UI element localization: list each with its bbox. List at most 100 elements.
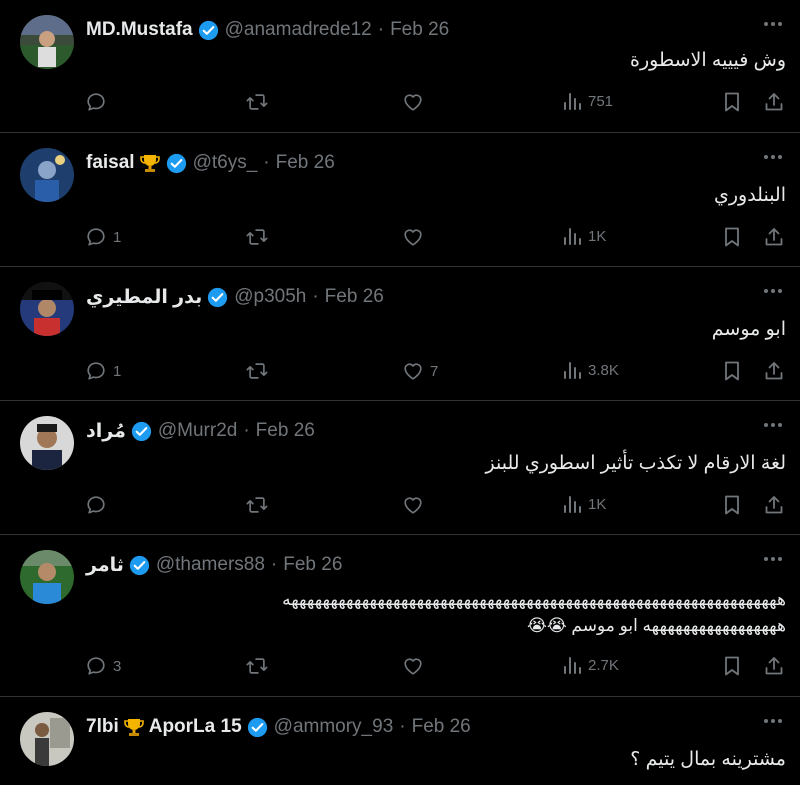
display-name[interactable]: ثامر [86,554,124,577]
more-options-icon[interactable] [764,423,782,427]
tweet[interactable]: مُراد @Murr2d · Feb 26 لغة الارقام لا تك… [0,401,800,535]
reply-button[interactable]: 3 [85,655,121,677]
user-handle[interactable]: @anamadrede12 [225,19,372,41]
retweet-button[interactable] [245,91,269,113]
retweet-button[interactable] [245,360,269,382]
more-options-icon[interactable] [764,557,782,561]
verified-badge-icon [198,20,219,41]
like-button[interactable] [402,91,430,113]
tweet-date[interactable]: Feb 26 [412,716,471,738]
retweet-button[interactable] [245,494,269,516]
share-button[interactable] [763,494,785,516]
user-handle[interactable]: @thamers88 [156,554,265,576]
user-handle[interactable]: @p305h [234,286,306,308]
tweet-text-line: وش فيييه الاسطورة [630,50,786,71]
like-button[interactable] [402,226,430,248]
more-options-icon[interactable] [764,22,782,26]
retweet-button[interactable] [245,226,269,248]
view-count: 751 [588,92,614,110]
like-count: 7 [430,362,439,380]
views-button[interactable]: 751 [562,91,613,111]
bookmark-button[interactable] [722,91,742,113]
like-icon [404,363,422,380]
retweet-button[interactable] [245,655,269,677]
views-button[interactable]: 2.7K [562,655,619,675]
reply-button[interactable] [85,494,113,516]
avatar[interactable] [20,15,74,69]
share-button[interactable] [763,360,785,382]
more-options-icon[interactable] [764,155,782,159]
views-button[interactable]: 1K [562,494,606,514]
share-button[interactable] [763,226,785,248]
views-button[interactable]: 3.8K [562,360,619,380]
like-icon [404,229,422,246]
tweet[interactable]: 7lbi AporLa 15 @ammory_93 · Feb 26 مشتري… [0,697,800,785]
separator-dot: · [270,554,278,575]
user-handle[interactable]: @ammory_93 [274,716,394,738]
tweet-text: البنلدوري [714,183,786,208]
tweet-date[interactable]: Feb 26 [325,286,384,308]
tweet-text-line: مشترينه بمال يتيم ؟ [630,749,786,770]
more-options-icon[interactable] [764,289,782,293]
retweet-icon [246,658,268,674]
display-name-part[interactable]: AporLa 15 [149,716,242,738]
bookmark-icon [725,656,739,676]
bookmark-button[interactable] [722,655,742,677]
views-icon [564,657,581,674]
views-icon [564,228,581,245]
verified-badge-icon [129,555,150,576]
share-icon [765,657,783,675]
tweet[interactable]: ثامر @thamers88 · Feb 26 ههههههههههههههه… [0,535,800,697]
share-button[interactable] [763,655,785,677]
tweet-date[interactable]: Feb 26 [283,554,342,576]
display-name[interactable]: بدر المطيري [86,286,202,309]
verified-badge-icon [131,421,152,442]
user-handle[interactable]: @t6ys_ [193,152,258,174]
like-button[interactable]: 7 [402,360,438,382]
separator-dot: · [243,420,250,441]
tweet[interactable]: بدر المطيري @p305h · Feb 26 ابو موسم 1 7 [0,267,800,401]
tweet-text: مشترينه بمال يتيم ؟ [630,747,786,772]
tweet-text-line: البنلدوري [713,185,786,206]
tweet-header: بدر المطيري @p305h · Feb 26 [86,285,384,309]
tweet-date[interactable]: Feb 26 [256,420,315,442]
bookmark-button[interactable] [722,360,742,382]
tweet-date[interactable]: Feb 26 [276,152,335,174]
user-handle[interactable]: @Murr2d [158,420,237,442]
tweet-text: هههههههههههههههههههههههههههههههههههههههه… [282,587,787,639]
reply-count: 3 [113,657,122,675]
bookmark-button[interactable] [722,494,742,516]
tweet[interactable]: faisal @t6ys_ · Feb 26 البنلدوري 1 1K [0,133,800,267]
avatar[interactable] [20,550,74,604]
views-icon [564,496,581,513]
tweet-header: faisal @t6ys_ · Feb 26 [86,151,335,175]
reply-icon [87,496,105,514]
avatar[interactable] [20,282,74,336]
more-options-icon[interactable] [764,719,782,723]
tweet-header: مُراد @Murr2d · Feb 26 [86,419,315,443]
reply-button[interactable]: 1 [85,360,121,382]
like-button[interactable] [402,655,430,677]
like-button[interactable] [402,494,430,516]
share-button[interactable] [763,91,785,113]
avatar[interactable] [20,148,74,202]
trophy-emoji-icon [139,152,161,174]
verified-badge-icon [247,717,268,738]
display-name[interactable]: MD.Mustafa [86,19,193,41]
reply-button[interactable] [85,91,113,113]
share-icon [765,228,783,246]
tweet-date[interactable]: Feb 26 [390,19,449,41]
tweet-actions: 751 [0,91,800,115]
bookmark-button[interactable] [722,226,742,248]
avatar[interactable] [20,416,74,470]
tweet[interactable]: MD.Mustafa @anamadrede12 · Feb 26 وش فيي… [0,0,800,133]
display-name[interactable]: faisal [86,152,135,174]
reply-button[interactable]: 1 [85,226,121,248]
reply-icon [87,657,105,675]
views-button[interactable]: 1K [562,226,606,246]
avatar[interactable] [20,712,74,766]
display-name[interactable]: 7lbi [86,716,119,738]
separator-dot: · [263,152,270,173]
display-name[interactable]: مُراد [86,420,126,443]
tweet-actions: 1 7 3.8K [0,360,800,384]
